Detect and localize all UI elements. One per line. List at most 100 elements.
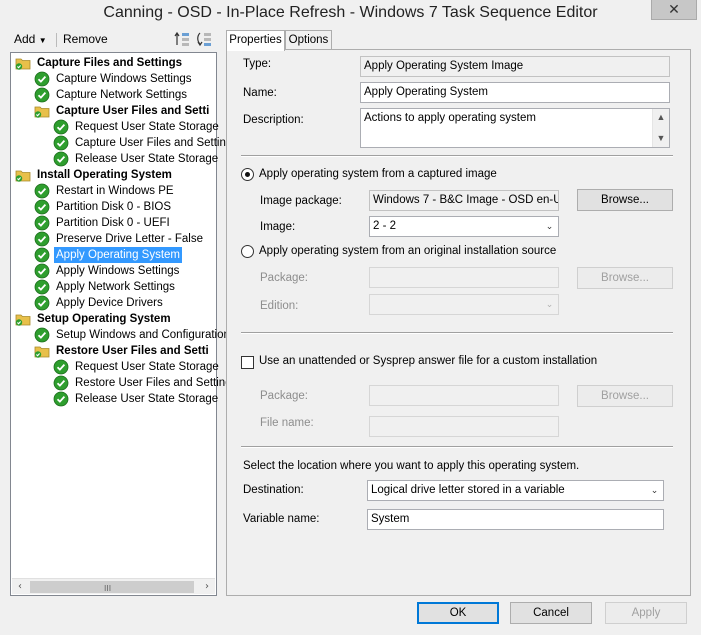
variable-name-input[interactable]: System (367, 509, 664, 530)
description-text: Actions to apply operating system (364, 112, 536, 124)
move-down-icon[interactable] (196, 31, 212, 47)
check-icon (34, 215, 50, 231)
move-up-icon[interactable] (174, 31, 190, 47)
check-icon (34, 183, 50, 199)
check-icon (53, 151, 69, 167)
folder-icon (15, 314, 31, 326)
chevron-down-icon: ⌄ (650, 485, 659, 495)
apply-button[interactable]: Apply (605, 602, 687, 624)
tree-item-label: Apply Windows Settings (56, 265, 180, 277)
tree-item-label: Restart in Windows PE (56, 185, 174, 197)
description-input[interactable]: Actions to apply operating system ▲ ▼ (360, 108, 670, 148)
tree-item-label: Apply Operating System (54, 247, 183, 263)
unattend-package-field (369, 385, 559, 406)
edition-select[interactable]: ⌄ (369, 294, 559, 315)
location-prompt: Select the location where you want to ap… (243, 460, 580, 472)
check-icon (34, 231, 50, 247)
scroll-thumb[interactable]: III (30, 581, 194, 593)
title-bar: Canning - OSD - In-Place Refresh - Windo… (0, 0, 701, 28)
properties-panel: Type: Apply Operating System Image Name:… (226, 49, 691, 596)
tree-item-label: Capture User Files and Setti (56, 105, 210, 117)
destination-value: Logical drive letter stored in a variabl… (371, 484, 565, 496)
original-source-label: Apply operating system from an original … (259, 245, 557, 257)
chevron-down-icon: ⌄ (545, 221, 554, 231)
check-icon (53, 359, 69, 375)
add-button[interactable]: Add ▼ (14, 32, 47, 46)
original-source-radio[interactable] (241, 245, 254, 258)
task-sequence-tree[interactable]: Capture Files and Settings Capture Window… (10, 52, 232, 596)
type-field: Apply Operating System Image (360, 56, 670, 77)
captured-image-radio[interactable] (241, 168, 254, 181)
scroll-down-icon[interactable]: ▼ (653, 130, 669, 147)
tree-item-label: Partition Disk 0 - BIOS (56, 201, 172, 213)
scroll-right-icon[interactable]: › (199, 579, 215, 595)
tab-options[interactable]: Options (285, 30, 332, 50)
folder-icon (34, 346, 50, 358)
name-input[interactable]: Apply Operating System (360, 82, 670, 103)
scroll-up-icon[interactable]: ▲ (653, 109, 669, 126)
check-icon (34, 327, 50, 343)
remove-button[interactable]: Remove (63, 32, 108, 46)
chevron-down-icon: ⌄ (545, 299, 554, 309)
unattend-package-label: Package: (260, 390, 308, 402)
tree-item-label: Request User State Storage (75, 121, 219, 133)
tree-item-label: Apply Network Settings (56, 281, 175, 293)
file-name-label: File name: (260, 417, 314, 429)
divider (241, 332, 673, 334)
scroll-left-icon[interactable]: ‹ (12, 579, 28, 595)
check-icon (34, 71, 50, 87)
destination-select[interactable]: Logical drive letter stored in a variabl… (367, 480, 664, 501)
tree-item-label: Capture Windows Settings (56, 73, 192, 85)
tree-item-label: Preserve Drive Letter - False (56, 233, 203, 245)
unattend-checkbox[interactable] (241, 356, 254, 369)
check-icon (53, 375, 69, 391)
folder-icon (34, 106, 50, 118)
check-icon (34, 199, 50, 215)
scroll-grip: III (104, 584, 112, 593)
description-scrollbar[interactable]: ▲ ▼ (652, 109, 669, 147)
description-label: Description: (243, 114, 304, 126)
image-package-browse-button[interactable]: Browse... (577, 189, 673, 211)
check-icon (34, 247, 50, 263)
add-label: Add (14, 32, 36, 46)
image-select-value: 2 - 2 (373, 220, 397, 232)
check-icon (34, 279, 50, 295)
ok-button[interactable]: OK (417, 602, 499, 624)
tree-item-label: Apply Device Drivers (56, 297, 163, 309)
tree-item-label: Capture User Files and Setting (75, 137, 233, 149)
tree-item-label: Restore User Files and Setti (56, 345, 209, 357)
check-icon (53, 391, 69, 407)
tree-item-label: Partition Disk 0 - UEFI (56, 217, 170, 229)
edition-label: Edition: (260, 300, 299, 312)
check-icon (34, 263, 50, 279)
cancel-button[interactable]: Cancel (510, 602, 592, 624)
image-package-field: Windows 7 - B&C Image - OSD en-US (369, 190, 559, 211)
tree-item-label: Release User State Storage (75, 393, 219, 405)
check-icon (53, 119, 69, 135)
check-icon (53, 135, 69, 151)
tree-item-label: Release User State Storage (75, 153, 219, 165)
tree-item-label: Restore User Files and Setting (75, 377, 232, 389)
unattend-browse-button[interactable]: Browse... (577, 385, 673, 407)
window-title: Canning - OSD - In-Place Refresh - Windo… (103, 4, 598, 21)
horizontal-scrollbar[interactable]: ‹ III › (12, 578, 215, 594)
divider (241, 155, 673, 157)
dropdown-icon: ▼ (38, 36, 47, 45)
package-browse-button[interactable]: Browse... (577, 267, 673, 289)
tree-item-label: Request User State Storage (75, 361, 219, 373)
file-name-field (369, 416, 559, 437)
check-icon (34, 87, 50, 103)
tree-item-label: Capture Network Settings (56, 89, 188, 101)
folder-icon (15, 58, 31, 70)
tab-properties[interactable]: Properties (226, 30, 285, 51)
tree-item-label: Capture Files and Settings (37, 57, 183, 69)
image-select[interactable]: 2 - 2 ⌄ (369, 216, 559, 237)
image-package-label: Image package: (260, 195, 342, 207)
name-label: Name: (243, 87, 277, 99)
type-label: Type: (243, 58, 272, 70)
close-button[interactable]: ✕ (651, 0, 697, 20)
destination-label: Destination: (243, 484, 304, 496)
divider (241, 446, 673, 448)
image-label: Image: (260, 221, 296, 233)
close-icon: ✕ (668, 1, 680, 18)
